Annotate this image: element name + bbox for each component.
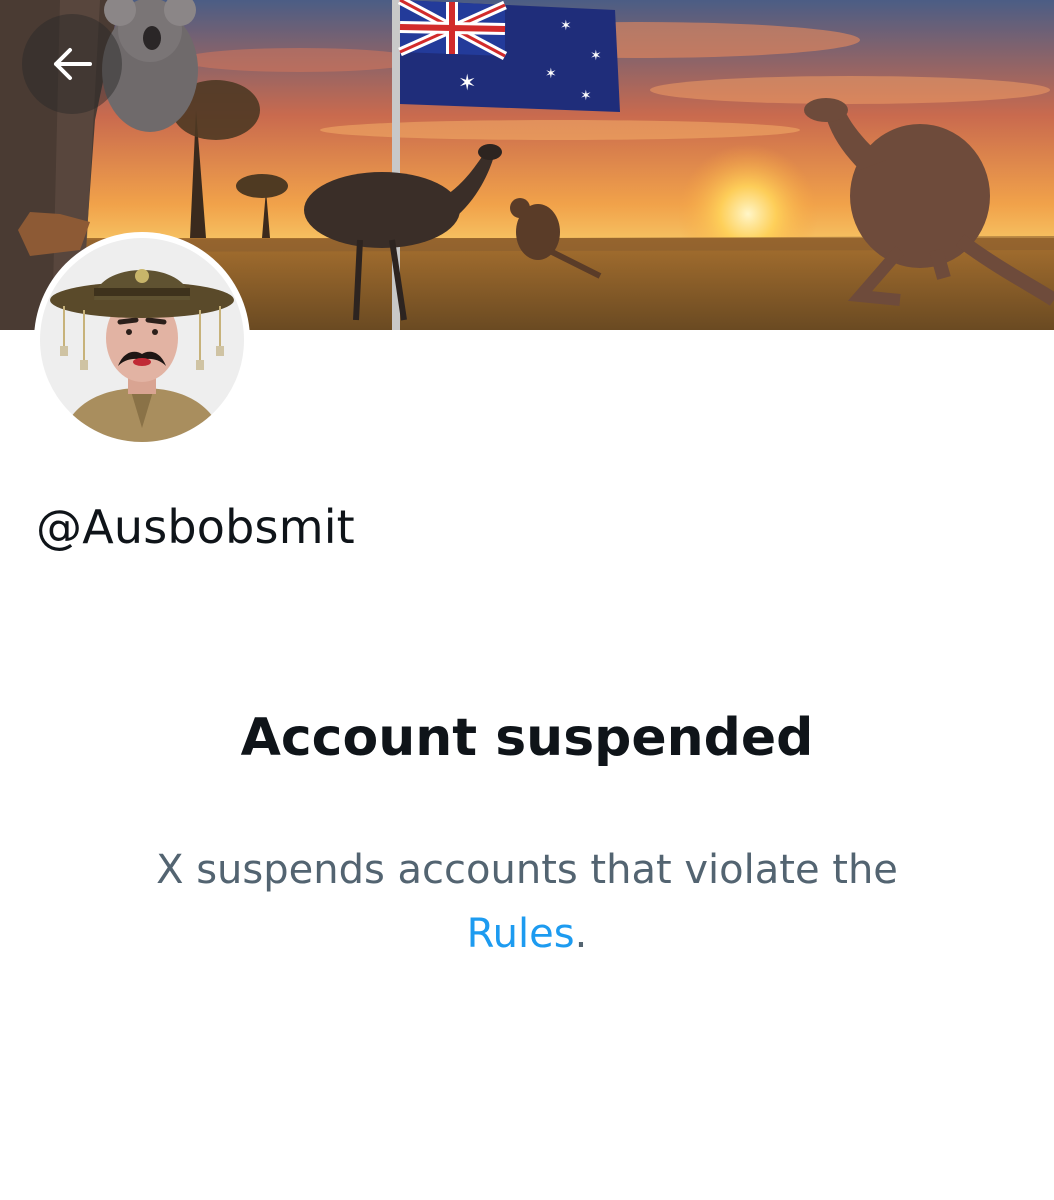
rules-link[interactable]: Rules [467,911,575,957]
svg-text:✶: ✶ [545,66,557,82]
svg-text:✶: ✶ [580,88,592,104]
suspension-message-text: X suspends accounts that violate the [156,847,898,893]
avatar-image [40,238,244,442]
profile-avatar[interactable] [34,232,250,448]
back-button[interactable] [22,14,122,114]
svg-text:✶: ✶ [458,71,476,96]
svg-text:✶: ✶ [590,48,602,64]
suspension-message-end: . [574,911,588,957]
profile-handle: @Ausbobsmit [36,500,355,554]
suspension-title: Account suspended [240,708,814,768]
arrow-left-icon [54,48,92,80]
svg-text:✶: ✶ [560,18,572,34]
suspension-message: X suspends accounts that violate the Rul… [100,838,954,966]
